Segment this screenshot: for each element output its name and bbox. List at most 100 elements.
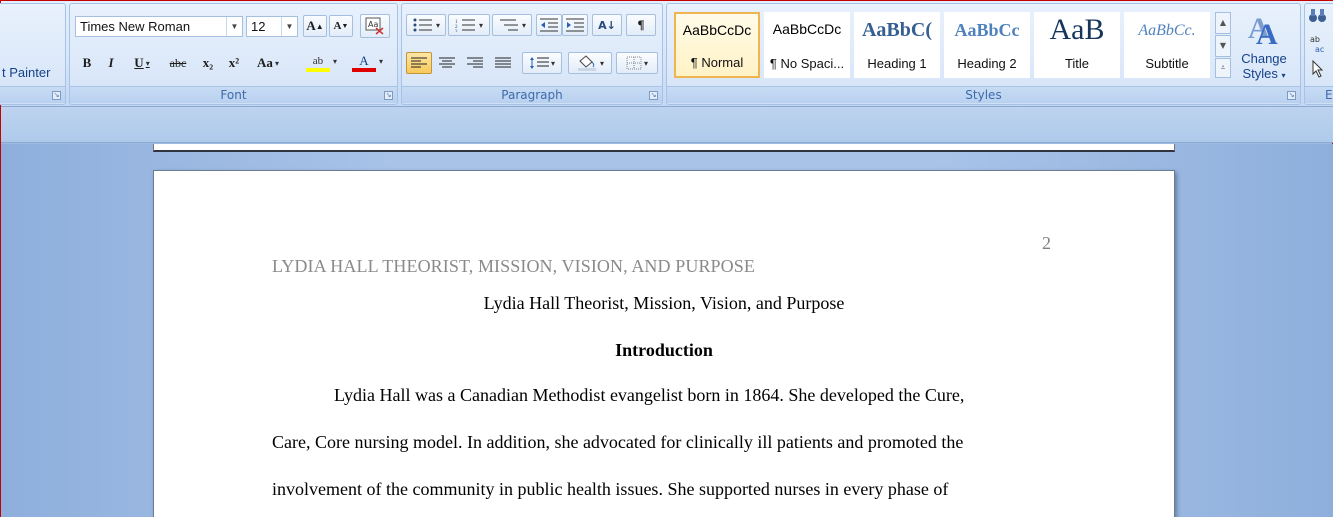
shrink-font-icon: A [333,20,342,32]
paragraph-group-label: Paragraph [402,86,662,103]
format-painter-label: t Painter [2,65,51,80]
style-no-spacing[interactable]: AaBbCcDc ¶ No Spaci... [764,12,850,78]
styles-group: AaBbCcDc ¶ Normal AaBbCcDc ¶ No Spaci...… [666,3,1301,105]
align-center-icon [439,57,455,67]
ribbon: t Painter ↘ Times New Roman ▼ 12 ▼ A ▲ A ▼… [0,1,1333,107]
align-center-button[interactable] [434,52,460,74]
font-dialog-launcher[interactable]: ↘ [384,91,393,100]
document-title: Lydia Hall Theorist, Mission, Vision, an… [483,293,845,313]
change-styles-icon: A A [1248,12,1278,51]
multilevel-list-button[interactable]: ▾ [492,14,532,36]
font-name-combobox[interactable]: Times New Roman ▼ [75,16,243,37]
strikethrough-button[interactable]: abc [162,52,194,74]
style-normal-name: ¶ Normal [690,55,744,70]
bold-icon: B [82,55,92,70]
style-no-spacing-sample: AaBbCcDc [772,21,842,37]
superscript-icon: x² [228,55,240,70]
clear-formatting-icon: Aa [365,17,384,35]
format-painter-button[interactable]: t Painter [2,62,64,84]
document-page[interactable]: 2 LYDIA HALL THEORIST, MISSION, VISION, … [153,170,1175,517]
italic-button[interactable]: I [100,52,122,74]
shading-button[interactable]: ▾ [568,52,612,74]
borders-button[interactable]: ▾ [616,52,658,74]
styles-gallery-scroll-down[interactable]: ▼ [1215,35,1231,57]
document-area[interactable]: 2 LYDIA HALL THEORIST, MISSION, VISION, … [1,144,1333,517]
paint-bucket-icon [577,55,596,71]
style-heading-2-name: Heading 2 [957,56,1017,71]
style-heading-1-name: Heading 1 [867,56,927,71]
clear-formatting-button[interactable]: Aa [360,14,390,38]
ruler-strip [1,107,1333,143]
replace-button[interactable]: ab ac [1309,34,1331,56]
align-left-button[interactable] [406,52,432,74]
font-size-combobox[interactable]: 12 ▼ [246,16,298,37]
justify-icon [495,57,511,67]
align-right-button[interactable] [462,52,488,74]
borders-icon [626,56,642,70]
change-styles-button[interactable]: A A Change Styles ▾ [1235,6,1293,86]
change-case-icon: Aa [257,55,273,70]
pilcrow-icon: ¶ [637,17,645,32]
decrease-indent-icon [540,18,558,32]
find-button[interactable] [1309,8,1331,28]
style-subtitle-name: Subtitle [1145,56,1189,71]
style-heading-2[interactable]: AaBbCc Heading 2 [944,12,1030,78]
style-subtitle[interactable]: AaBbCc. Subtitle [1124,12,1210,78]
chevron-down-icon: ▼ [281,17,297,36]
show-hide-marks-button[interactable]: ¶ [626,14,656,36]
increase-indent-icon [566,18,584,32]
bullets-button[interactable]: ▾ [406,14,446,36]
sort-button[interactable]: A↓ [592,14,622,36]
change-styles-label-2: Styles [1242,66,1278,81]
bold-button[interactable]: B [76,52,98,74]
style-subtitle-sample: AaBbCc. [1138,22,1196,39]
subscript-button[interactable]: x₂ [196,52,220,74]
decrease-indent-button[interactable] [536,14,562,36]
italic-icon: I [108,55,114,70]
body-line: Lydia Hall was a Canadian Methodist evan… [334,385,965,405]
styles-group-label: Styles [667,86,1300,103]
text-highlight-button[interactable]: ab ▾ [296,50,340,76]
shrink-font-button[interactable]: A ▼ [329,15,353,37]
change-case-button[interactable]: Aa ▾ [248,52,288,74]
increase-indent-button[interactable] [562,14,588,36]
highlight-color-swatch [306,68,330,72]
binoculars-icon [1309,9,1326,22]
styles-gallery-more[interactable]: ⩡ [1215,58,1231,78]
highlighter-icon: ab [312,55,324,67]
running-head: LYDIA HALL THEORIST, MISSION, VISION, AN… [272,256,755,276]
superscript-button[interactable]: x² [222,52,246,74]
bullet-list-icon [413,18,432,32]
style-title-sample: AaB [1049,13,1105,46]
select-button[interactable] [1311,59,1331,80]
style-heading-1-sample: AaBbC( [861,19,932,41]
font-color-swatch [352,68,376,72]
body-line: involvement of the community in public h… [272,479,949,499]
justify-button[interactable] [490,52,516,74]
style-title[interactable]: AaB Title [1034,12,1120,78]
style-heading-1[interactable]: AaBbC( Heading 1 [854,12,940,78]
svg-text:ab: ab [1310,35,1320,44]
chevron-down-icon: ▼ [226,17,242,36]
font-group-label: Font [70,86,397,103]
styles-dialog-launcher[interactable]: ↘ [1287,91,1296,100]
grow-font-icon: A [306,18,316,33]
editing-group: ab ac E [1304,3,1333,105]
grow-font-button[interactable]: A ▲ [303,15,327,37]
styles-gallery-scroll-up[interactable]: ▲ [1215,12,1231,34]
align-right-icon [467,57,483,67]
style-no-spacing-name: ¶ No Spaci... [769,56,845,71]
subscript-icon: x₂ [202,55,214,70]
line-spacing-button[interactable]: ▾ [522,52,562,74]
underline-icon: U [134,55,144,70]
style-normal[interactable]: AaBbCcDc ¶ Normal [674,12,760,78]
strikethrough-icon: abc [169,55,187,70]
style-normal-sample: AaBbCcDc [682,22,752,38]
font-color-button[interactable]: A ▾ [342,50,386,76]
line-spacing-icon [529,57,549,69]
style-title-name: Title [1064,56,1090,71]
underline-button[interactable]: U ▾ [124,52,160,74]
clipboard-dialog-launcher[interactable]: ↘ [52,91,61,100]
numbering-button[interactable]: 1 2 3 ▾ [448,14,490,36]
paragraph-dialog-launcher[interactable]: ↘ [649,91,658,100]
